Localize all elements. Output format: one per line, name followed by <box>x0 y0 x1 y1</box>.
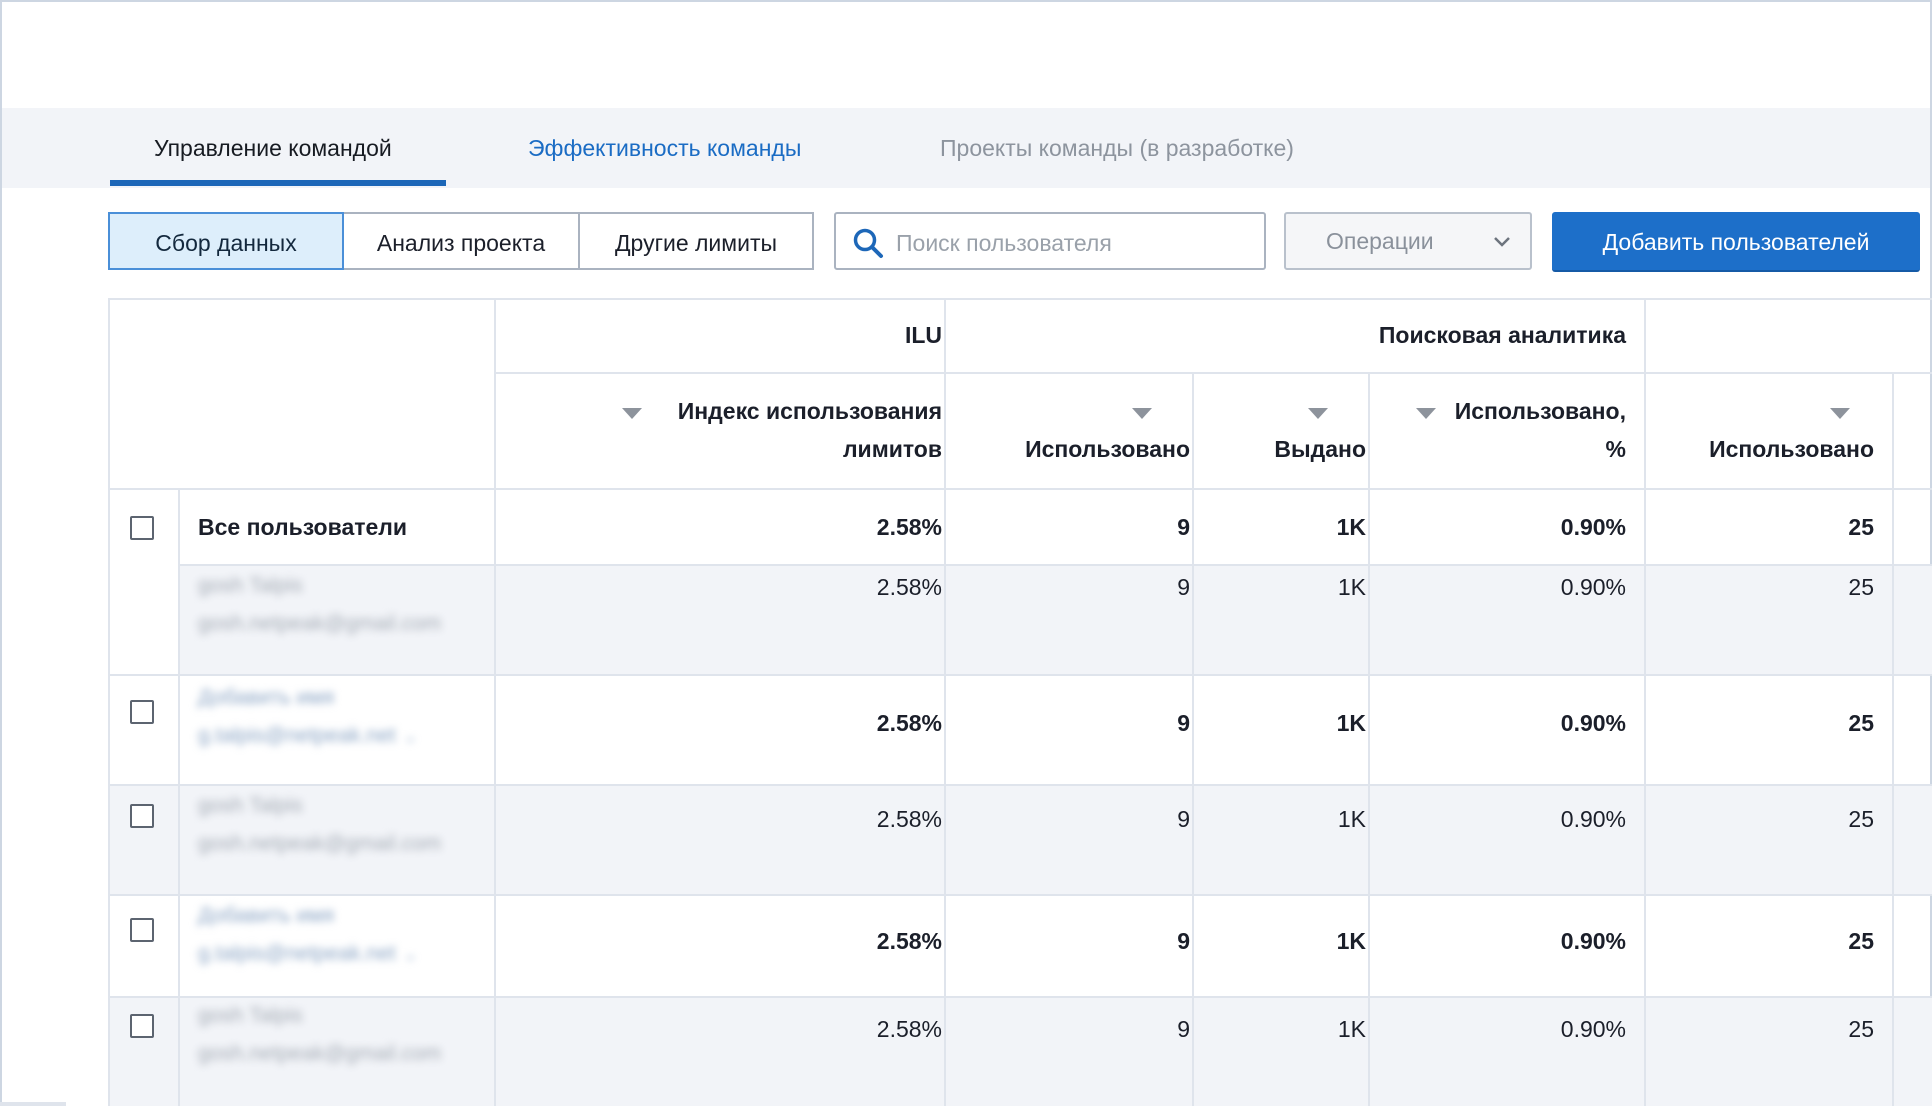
segment-other-limits[interactable]: Другие лимиты <box>578 212 814 270</box>
cell-issued: 1K <box>1337 574 1366 600</box>
cell-used-pct: 0.90% <box>1560 806 1626 832</box>
cell-used: 9 <box>1177 514 1190 540</box>
tab-team-performance[interactable]: Эффективность команды <box>528 108 801 188</box>
search-input[interactable] <box>894 222 1258 264</box>
tab-team-projects[interactable]: Проекты команды (в разработке) <box>940 108 1294 188</box>
segment-data-collection[interactable]: Сбор данных <box>108 212 344 270</box>
used-pct-column-header-line2: % <box>1605 436 1626 462</box>
segment-project-analysis[interactable]: Анализ проекта <box>342 212 580 270</box>
operations-label: Операции <box>1326 228 1434 254</box>
tab-bar: Управление командой Эффективность команд… <box>2 108 1930 188</box>
used2-column-header[interactable]: Использовано <box>1709 436 1874 463</box>
cell-issued: 1K <box>1336 928 1366 954</box>
cell-issued: 1K <box>1337 806 1366 832</box>
cell-used: 9 <box>1177 928 1190 954</box>
cell-used-pct: 0.90% <box>1560 574 1626 600</box>
cell-used2: 25 <box>1848 806 1874 832</box>
row-checkbox[interactable] <box>130 804 154 828</box>
cell-used2: 25 <box>1848 1016 1874 1042</box>
row-checkbox[interactable] <box>130 1014 154 1038</box>
tab-team-management[interactable]: Управление командой <box>154 108 392 188</box>
add-users-button[interactable]: Добавить пользователей <box>1552 212 1920 272</box>
cell-issued: 1K <box>1336 710 1366 736</box>
select-all-checkbox[interactable] <box>130 516 154 540</box>
cell-used: 9 <box>1177 806 1190 832</box>
cell-ilu: 2.58% <box>876 710 942 736</box>
user-name: gosh Talpis <box>198 574 303 597</box>
row-checkbox[interactable] <box>130 918 154 942</box>
ilu-column-header-line2: лимитов <box>842 436 942 462</box>
users-table: ILU Поисковая аналитика Индекс использов… <box>108 298 1932 1106</box>
user-email: gosh.netpeak@gmail.com <box>198 612 442 635</box>
chevron-down-icon[interactable]: ⌄ <box>404 947 417 964</box>
used-pct-column-header[interactable]: Использовано, <box>1455 398 1626 425</box>
cell-used-pct: 0.90% <box>1560 1016 1626 1042</box>
active-tab-indicator <box>110 180 446 186</box>
used-column-header[interactable]: Использовано <box>1025 436 1190 463</box>
cell-ilu: 2.58% <box>876 514 942 540</box>
user-search-box[interactable] <box>834 212 1266 270</box>
user-name: gosh Talpis <box>198 794 303 817</box>
cell-issued: 1K <box>1337 1016 1366 1042</box>
user-email: g.talpis@netpeak.net ⌄ <box>198 724 417 748</box>
chevron-down-icon <box>1494 237 1510 247</box>
issued-column-header[interactable]: Выдано <box>1274 436 1366 463</box>
sort-icon[interactable] <box>1416 408 1436 419</box>
sort-icon[interactable] <box>622 408 642 419</box>
cell-used-pct: 0.90% <box>1560 710 1626 736</box>
chevron-down-icon[interactable]: ⌄ <box>404 729 417 746</box>
sort-icon[interactable] <box>1830 408 1850 419</box>
add-name-link[interactable]: Добавить имя <box>198 686 334 710</box>
user-email: gosh.netpeak@gmail.com <box>198 1042 442 1065</box>
search-icon <box>853 228 883 258</box>
top-header <box>2 2 1930 110</box>
user-email: gosh.netpeak@gmail.com <box>198 832 442 855</box>
ilu-group-header: ILU <box>904 322 942 348</box>
add-name-link[interactable]: Добавить имя <box>198 904 334 928</box>
sort-icon[interactable] <box>1132 408 1152 419</box>
cell-ilu: 2.58% <box>876 806 942 832</box>
cell-used2: 25 <box>1848 710 1874 736</box>
user-email-text: g.talpis@netpeak.net <box>198 942 396 965</box>
cell-ilu: 2.58% <box>876 574 942 600</box>
cell-issued: 1K <box>1336 514 1366 540</box>
search-analytics-group-header: Поисковая аналитика <box>1378 322 1626 348</box>
cell-used-pct: 0.90% <box>1560 928 1626 954</box>
all-users-label: Все пользователи <box>198 514 408 540</box>
cell-ilu: 2.58% <box>876 1016 942 1042</box>
row-checkbox[interactable] <box>130 700 154 724</box>
user-email-text: g.talpis@netpeak.net <box>198 724 396 747</box>
cell-used2: 25 <box>1848 514 1874 540</box>
cell-used: 9 <box>1177 574 1190 600</box>
ilu-column-header[interactable]: Индекс использования <box>678 398 942 425</box>
bottom-divider <box>0 1102 66 1106</box>
operations-dropdown[interactable]: Операции <box>1284 212 1532 270</box>
cell-used2: 25 <box>1848 574 1874 600</box>
cell-ilu: 2.58% <box>876 928 942 954</box>
user-email: g.talpis@netpeak.net ⌄ <box>198 942 417 966</box>
user-name: gosh Talpis <box>198 1004 303 1027</box>
cell-used: 9 <box>1177 710 1190 736</box>
sort-icon[interactable] <box>1308 408 1328 419</box>
cell-used-pct: 0.90% <box>1560 514 1626 540</box>
cell-used2: 25 <box>1848 928 1874 954</box>
cell-used: 9 <box>1177 1016 1190 1042</box>
